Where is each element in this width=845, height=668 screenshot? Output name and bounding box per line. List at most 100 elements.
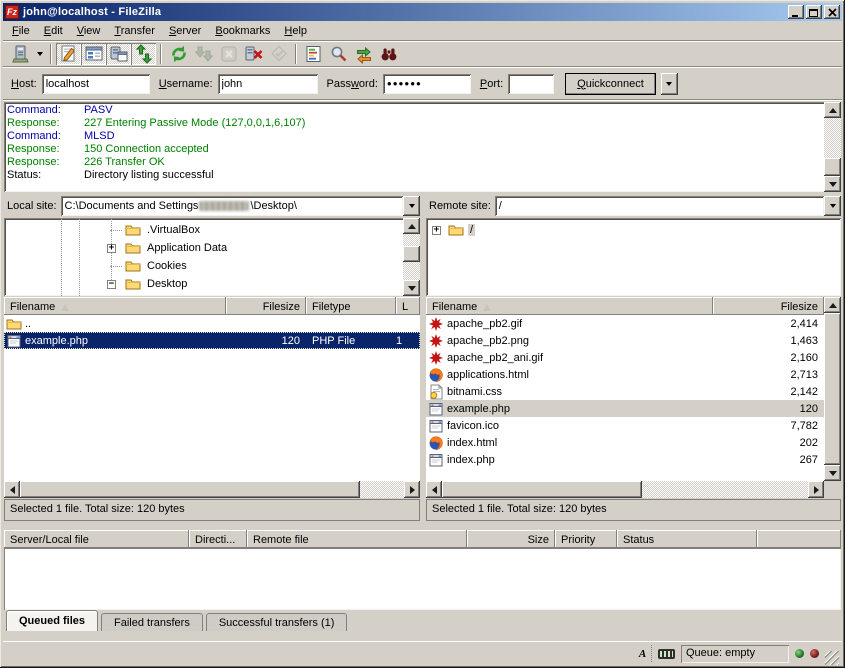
local-list-hscrollbar[interactable]: [4, 481, 420, 498]
file-row[interactable]: applications.html 2,713: [426, 366, 824, 383]
local-path-dropdown-button[interactable]: [403, 196, 420, 216]
menu-help[interactable]: Help: [277, 23, 314, 39]
menu-bookmarks[interactable]: Bookmarks: [208, 23, 277, 39]
queue-body[interactable]: [4, 548, 841, 610]
scroll-up-button[interactable]: [824, 297, 841, 313]
quickconnect-button[interactable]: Quickconnect: [565, 73, 656, 95]
scrollbar-track[interactable]: [824, 313, 841, 465]
column-header-server-local-file[interactable]: Server/Local file: [4, 530, 189, 548]
remote-list-hscrollbar[interactable]: [426, 481, 824, 498]
remote-path-field[interactable]: /: [495, 196, 824, 216]
remote-site-combo[interactable]: /: [495, 196, 841, 216]
tree-expander-plus[interactable]: +: [107, 244, 116, 253]
scrollbar-thumb[interactable]: [824, 158, 841, 176]
scroll-left-button[interactable]: [426, 481, 442, 498]
maximize-button[interactable]: [806, 5, 822, 19]
remote-path-dropdown-button[interactable]: [824, 196, 841, 216]
column-header-filename[interactable]: Filename: [426, 297, 713, 315]
file-row-example-php[interactable]: example.php 120 PHP File 1: [4, 332, 420, 349]
toggle-message-log-button[interactable]: [56, 43, 81, 65]
column-header-filename[interactable]: Filename: [4, 297, 226, 315]
directory-listing-filters-button[interactable]: [301, 43, 326, 65]
quickconnect-dropdown-button[interactable]: [661, 73, 678, 95]
close-button[interactable]: [824, 5, 840, 19]
scrollbar-track[interactable]: [20, 481, 404, 498]
toggle-transfer-queue-button[interactable]: [131, 43, 156, 65]
scrollbar-track[interactable]: [403, 234, 420, 280]
column-header-filesize[interactable]: Filesize: [713, 297, 824, 315]
tree-item-cookies[interactable]: Cookies: [4, 257, 403, 275]
scrollbar-thumb[interactable]: [403, 246, 420, 262]
file-row[interactable]: bitnami.css 2,142: [426, 383, 824, 400]
scroll-up-button[interactable]: [403, 218, 420, 234]
scrollbar-thumb[interactable]: [824, 313, 841, 465]
tree-item-root[interactable]: + /: [426, 221, 841, 239]
column-header-remote-file[interactable]: Remote file: [247, 530, 467, 548]
menu-view[interactable]: View: [70, 23, 108, 39]
find-files-button[interactable]: [376, 43, 401, 65]
file-row[interactable]: favicon.ico 7,782: [426, 417, 824, 434]
password-input[interactable]: [383, 74, 471, 94]
scroll-down-button[interactable]: [403, 280, 420, 296]
minimize-button[interactable]: [788, 5, 804, 19]
menu-edit[interactable]: Edit: [37, 23, 70, 39]
column-header-priority[interactable]: Priority: [555, 530, 617, 548]
file-row[interactable]: apache_pb2.png 1,463: [426, 332, 824, 349]
scroll-right-button[interactable]: [808, 481, 824, 498]
menu-transfer[interactable]: Transfer: [107, 23, 162, 39]
filezilla-app-icon[interactable]: Fz: [5, 5, 19, 19]
file-row-example-php[interactable]: example.php 120: [426, 400, 824, 417]
port-input[interactable]: [508, 74, 554, 94]
file-row[interactable]: apache_pb2_ani.gif 2,160: [426, 349, 824, 366]
site-manager-button[interactable]: [8, 43, 33, 65]
disconnect-button[interactable]: [241, 43, 266, 65]
tree-item-virtualbox[interactable]: .VirtualBox: [4, 221, 403, 239]
scroll-down-button[interactable]: [824, 465, 841, 481]
column-header-filetype[interactable]: Filetype: [306, 297, 396, 315]
file-row-parent-dir[interactable]: ..: [4, 315, 420, 332]
file-row[interactable]: index.php 267: [426, 451, 824, 468]
host-input[interactable]: [42, 74, 150, 94]
tab-failed-transfers[interactable]: Failed transfers: [101, 613, 203, 631]
file-row[interactable]: apache_pb2.gif 2,414: [426, 315, 824, 332]
reconnect-button[interactable]: [266, 43, 291, 65]
local-list-body[interactable]: .. example.php 120 PHP File 1: [4, 315, 420, 481]
menu-file[interactable]: File: [5, 23, 37, 39]
log-scrollbar[interactable]: [824, 102, 841, 192]
column-header-filesize[interactable]: Filesize: [226, 297, 306, 315]
column-header-last-modified[interactable]: L: [396, 297, 420, 315]
scrollbar-track[interactable]: [824, 118, 841, 176]
remote-list-vscrollbar[interactable]: [824, 297, 841, 481]
scroll-up-button[interactable]: [824, 102, 841, 118]
toggle-local-tree-button[interactable]: [81, 43, 106, 65]
local-tree-scrollbar[interactable]: [403, 218, 420, 296]
tree-expander-plus[interactable]: +: [432, 226, 441, 235]
tree-item-application-data[interactable]: + Application Data: [4, 239, 403, 257]
local-path-field[interactable]: C:\Documents and Settings\Desktop\: [61, 196, 403, 216]
tab-queued-files[interactable]: Queued files: [6, 610, 98, 631]
tree-expander-minus[interactable]: −: [107, 280, 116, 289]
scrollbar-thumb[interactable]: [442, 481, 642, 498]
queue-splitter[interactable]: [3, 521, 842, 530]
scrollbar-thumb[interactable]: [20, 481, 360, 498]
remote-list-body[interactable]: apache_pb2.gif 2,414 apache_pb2.png 1,46…: [426, 315, 824, 481]
compare-directories-button[interactable]: [326, 43, 351, 65]
process-queue-button[interactable]: [191, 43, 216, 65]
scroll-right-button[interactable]: [404, 481, 420, 498]
column-header-size[interactable]: Size: [467, 530, 555, 548]
menu-server[interactable]: Server: [162, 23, 208, 39]
scroll-left-button[interactable]: [4, 481, 20, 498]
local-site-combo[interactable]: C:\Documents and Settings\Desktop\: [61, 196, 420, 216]
resize-grip[interactable]: [825, 651, 839, 665]
cancel-operation-button[interactable]: [216, 43, 241, 65]
column-header-status[interactable]: Status: [617, 530, 757, 548]
synchronized-browsing-button[interactable]: [351, 43, 376, 65]
file-row[interactable]: index.html 202: [426, 434, 824, 451]
tab-successful-transfers[interactable]: Successful transfers (1): [206, 613, 348, 631]
site-manager-dropdown-button[interactable]: [33, 43, 46, 65]
tree-item-desktop[interactable]: − Desktop: [4, 275, 403, 293]
scroll-down-button[interactable]: [824, 176, 841, 192]
scrollbar-track[interactable]: [442, 481, 808, 498]
username-input[interactable]: [218, 74, 318, 94]
toggle-remote-tree-button[interactable]: [106, 43, 131, 65]
